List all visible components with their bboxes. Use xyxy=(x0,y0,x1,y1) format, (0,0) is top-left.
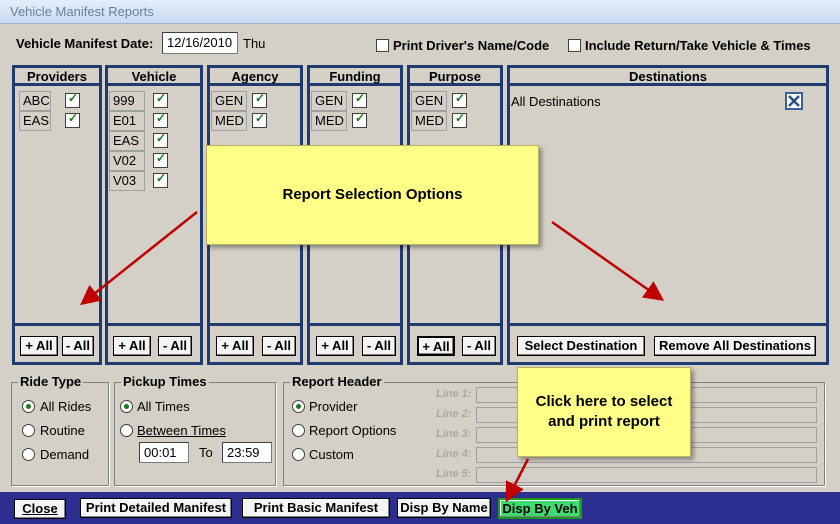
arrow-to-destinations xyxy=(551,220,665,301)
arrow-to-disp-by-veh xyxy=(505,458,530,503)
annotation-arrows xyxy=(80,211,665,503)
arrow-to-providers xyxy=(80,211,198,306)
